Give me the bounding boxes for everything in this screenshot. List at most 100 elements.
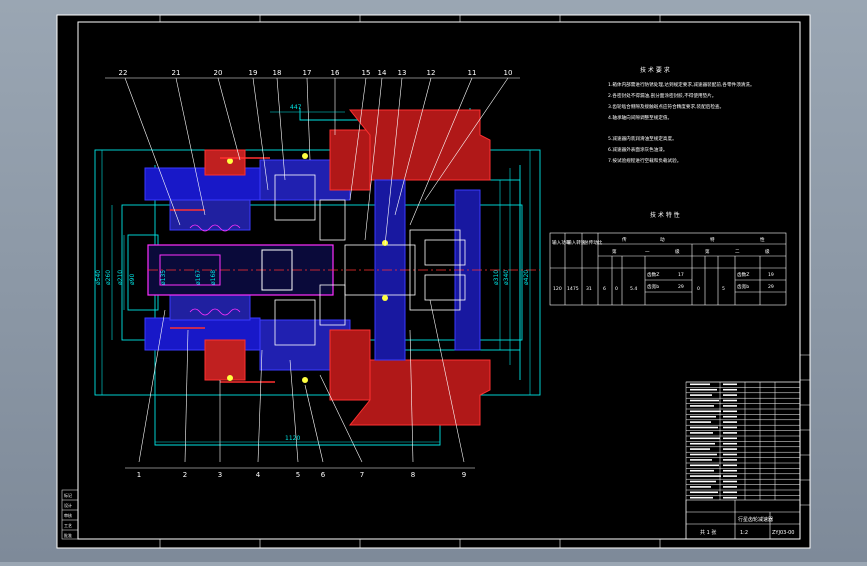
callout-3: 3 <box>218 471 222 479</box>
spec-val-power: 120 <box>553 286 562 292</box>
spec-sub-5: 二 <box>735 249 740 255</box>
parts-row-ink <box>723 410 737 413</box>
parts-row-ink <box>690 448 710 450</box>
spec-val-d: 17 <box>678 272 684 278</box>
spec-val-h: 19 <box>768 272 774 278</box>
cad-viewport: 22 21 20 19 18 17 16 15 14 13 12 11 10 1… <box>0 0 867 562</box>
dim-inner-2: ø168 <box>210 270 217 285</box>
spec-val-b: 0 <box>615 286 618 292</box>
spec-val-speed: 1475 <box>567 286 579 292</box>
left-block-3: 审核 <box>64 512 72 518</box>
spec-val-ratio: 31 <box>586 286 592 292</box>
callout-13: 13 <box>398 69 407 77</box>
parts-row-ink <box>723 475 737 477</box>
assembly-drawing: 22 21 20 19 18 17 16 15 14 13 12 11 10 1… <box>56 14 811 549</box>
dim-left-2: ø260 <box>105 270 112 285</box>
tech-req-line-3: 3.齿轮啮合侧隙及接触斑点应符合精度要求,装配后检查。 <box>608 103 724 110</box>
spec-label-2: 齿宽b <box>647 283 659 290</box>
parts-row-ink <box>690 469 714 472</box>
parts-row-ink <box>723 469 737 472</box>
parts-row-ink <box>723 464 737 467</box>
spec-head-2: 输入转速 <box>567 239 586 246</box>
title-scale: 1:2 <box>740 530 748 536</box>
callout-22: 22 <box>119 69 128 77</box>
callout-17: 17 <box>303 69 312 77</box>
dim-left-1: ø540 <box>95 270 102 285</box>
callout-1: 1 <box>137 471 141 479</box>
parts-row-ink <box>690 459 712 461</box>
spec-head-6: 特 <box>710 236 715 243</box>
dim-inner-1: ø167 <box>195 270 202 285</box>
dim-right-2: ø340 <box>503 270 510 285</box>
parts-row-ink <box>723 399 737 402</box>
callout-21: 21 <box>172 69 181 77</box>
parts-row-ink <box>690 388 717 391</box>
parts-row-ink <box>690 405 714 407</box>
spec-val-c: 5.4 <box>630 286 637 292</box>
parts-row-ink <box>690 421 711 423</box>
callout-20: 20 <box>214 69 223 77</box>
callout-16: 16 <box>331 69 340 77</box>
spec-val-i: 29 <box>768 284 774 290</box>
tech-req-line-1: 1.箱体内部需进行防锈处理,达到规定要求,减速器装配前,各零件须清洗。 <box>608 81 755 88</box>
tech-req-line-2: 2.各密封处不得漏油,剖分面涂密封胶,不得使用垫片。 <box>608 92 716 99</box>
dim-right-1: ø310 <box>493 270 500 285</box>
tech-req-line-4: 4.轴承轴向间隙调整至规定值。 <box>608 114 672 121</box>
dim-right-3: ø420 <box>523 270 530 285</box>
left-block-1: 标记 <box>64 492 72 498</box>
spec-label-4: 齿宽b <box>737 283 749 290</box>
dim-left-3: ø210 <box>117 270 124 285</box>
parts-row-ink <box>690 394 712 396</box>
parts-row-ink <box>690 383 710 386</box>
parts-row-ink <box>723 426 737 429</box>
parts-row-ink <box>690 415 716 418</box>
parts-row-ink <box>690 437 720 440</box>
tech-req-line-7: 7.按试验规程进行空载和负载试验。 <box>608 157 681 164</box>
callout-5: 5 <box>296 471 300 479</box>
spec-val-e: 29 <box>678 284 684 290</box>
title-sheet: 共 1 张 <box>700 529 716 536</box>
parts-row-ink <box>723 388 737 391</box>
callout-4: 4 <box>256 471 261 479</box>
parts-row-ink <box>690 491 718 494</box>
spec-val-g: 5 <box>722 286 725 292</box>
left-block-4: 工艺 <box>64 523 72 528</box>
parts-row-ink <box>723 394 737 396</box>
dim-left-4: ø90 <box>129 274 136 285</box>
callout-14: 14 <box>378 69 387 77</box>
parts-row-ink <box>723 405 737 407</box>
spec-head-3: 总传动比 <box>584 239 603 246</box>
parts-row-ink <box>723 496 737 499</box>
spec-table-title: 技 术 特 性 <box>650 211 680 219</box>
parts-row-ink <box>690 464 719 467</box>
spec-sub-4: 第 <box>705 248 710 255</box>
parts-row-ink <box>723 480 737 483</box>
callout-7: 7 <box>360 471 364 479</box>
parts-row-ink <box>723 486 737 488</box>
parts-row-ink <box>690 475 721 477</box>
parts-row-ink <box>723 421 737 423</box>
parts-row-ink <box>690 442 715 445</box>
callout-15: 15 <box>362 69 371 77</box>
left-block-2: 设计 <box>64 502 72 508</box>
tech-req-line-6: 6.减速器外表面涂灰色油漆。 <box>608 146 668 153</box>
callout-11: 11 <box>468 69 477 77</box>
parts-row-ink <box>723 491 737 494</box>
parts-row-ink <box>723 437 737 440</box>
parts-row-ink <box>690 432 713 434</box>
spec-sub-6: 级 <box>765 248 770 255</box>
parts-row-ink <box>690 453 717 456</box>
parts-row-ink <box>690 480 716 483</box>
spec-sub-3: 级 <box>675 248 680 255</box>
tech-req-title: 技 术 要 求 <box>640 66 670 74</box>
parts-row-ink <box>723 432 737 434</box>
parts-row-ink <box>690 426 718 429</box>
spec-sub-1: 第 <box>612 248 617 255</box>
parts-row-ink <box>690 496 713 499</box>
title-drawing-no: ZYJ03-00 <box>772 530 794 536</box>
callout-2: 2 <box>183 471 187 479</box>
parts-row-ink <box>723 453 737 456</box>
callout-12: 12 <box>427 69 436 77</box>
callout-10: 10 <box>504 69 513 77</box>
dim-bottom: 1120 <box>285 435 300 442</box>
